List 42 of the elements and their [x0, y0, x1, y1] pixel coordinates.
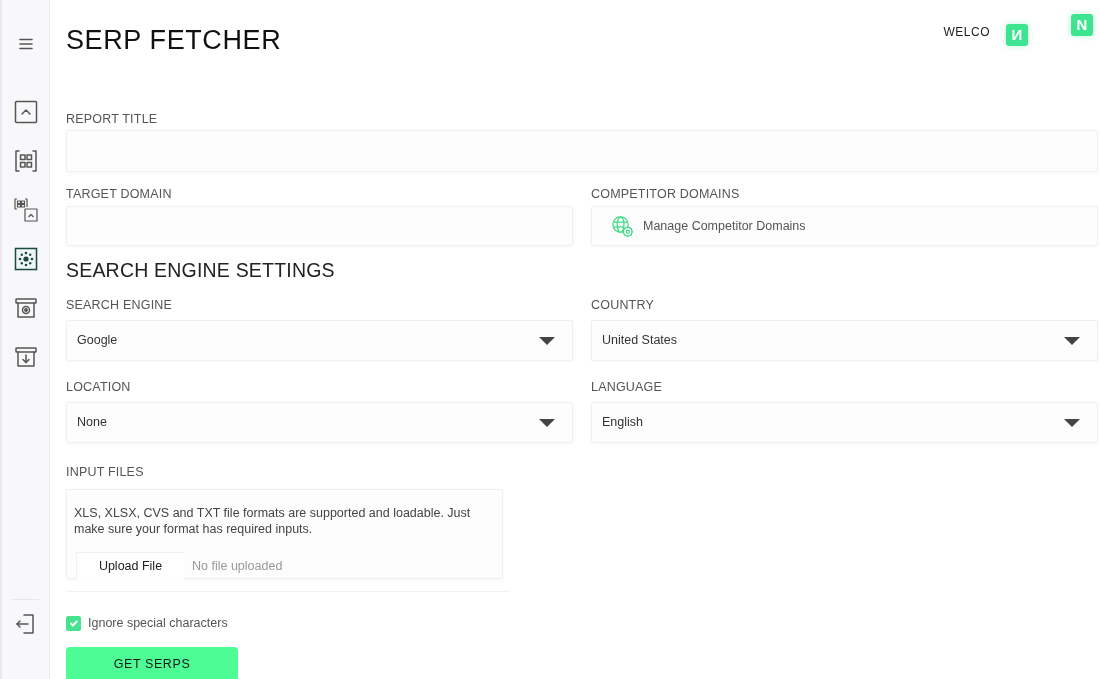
menu-icon [17, 36, 34, 52]
archive-record-icon [13, 296, 38, 320]
page-title: SERP FETCHER [66, 24, 282, 56]
logo-badge: N [1071, 14, 1093, 36]
section-heading: SEARCH ENGINE SETTINGS [66, 258, 336, 282]
sidebar-nav-button[interactable] [13, 100, 38, 124]
dropdown-field[interactable]: English [591, 402, 1098, 443]
field-label: REPORT TITLE [66, 111, 159, 127]
dropdown-field[interactable]: None [66, 402, 573, 443]
field-label: COMPETITOR DOMAINS [591, 186, 741, 202]
caret-down-icon [1064, 336, 1080, 345]
logo-badge: И [1006, 24, 1028, 46]
field-label: LOCATION [66, 379, 132, 395]
caret-down-icon [539, 336, 555, 345]
globe-gear-icon [611, 214, 634, 238]
checkbox-label[interactable]: Ignore special characters [88, 613, 228, 633]
field-label: COUNTRY [591, 297, 655, 313]
sidebar-nav-button[interactable] [13, 198, 38, 222]
caret-down-icon [539, 418, 555, 427]
upload-file-button[interactable]: Upload File [76, 552, 184, 580]
field-label: SEARCH ENGINE [66, 297, 174, 313]
get-serps-button[interactable]: GET SERPS [66, 647, 238, 679]
menu-button[interactable] [17, 36, 34, 52]
grid-chevron-icon [13, 198, 38, 222]
dropdown-field[interactable]: United States [591, 320, 1098, 361]
sidebar-nav-button[interactable] [13, 149, 38, 173]
grid-icon [13, 149, 38, 173]
manage-competitors-button[interactable]: Manage Competitor Domains [611, 214, 806, 238]
sidebar-nav-button[interactable] [13, 247, 38, 271]
help-text: XLS, XLSX, CVS and TXT file formats are supported and loadable. Just make sure your format has required inputs. [74, 505, 472, 537]
chevron-up-square-icon [13, 100, 38, 124]
sidebar-nav-button[interactable] [13, 345, 38, 369]
dropdown-field[interactable]: Google [66, 320, 573, 361]
field-label: INPUT FILES [66, 464, 145, 480]
field-label: TARGET DOMAIN [66, 186, 173, 202]
archive-download-icon [13, 345, 38, 369]
sidebar-nav-button[interactable] [13, 296, 38, 320]
checkbox[interactable] [66, 615, 81, 631]
field-label: LANGUAGE [591, 379, 664, 395]
welcome-text: WELCO [943, 25, 990, 39]
caret-down-icon [1064, 418, 1080, 427]
upload-status-text: No file uploaded [192, 557, 283, 575]
